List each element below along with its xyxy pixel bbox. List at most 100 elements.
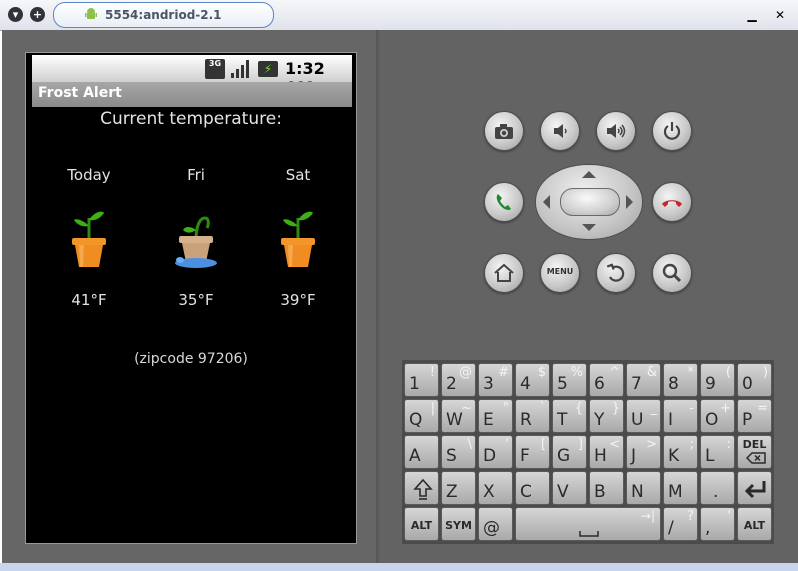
key-c[interactable]: C [515, 471, 550, 505]
key-8[interactable]: 8 * [663, 363, 698, 397]
key-r[interactable]: R ` [515, 399, 550, 433]
space-icon [579, 531, 599, 537]
key-g[interactable]: G] [552, 435, 587, 469]
back-button[interactable] [596, 253, 636, 293]
key-f[interactable]: F[ [515, 435, 550, 469]
minimize-button[interactable]: ▁ [745, 8, 759, 22]
key-m[interactable]: M [663, 471, 698, 505]
key-o[interactable]: O + [700, 399, 735, 433]
key-alt-label: | [430, 401, 435, 416]
key-label: O [705, 410, 719, 430]
day-temperature: 41°F [71, 291, 107, 309]
key-u[interactable]: U _ [626, 399, 661, 433]
key-slash[interactable]: /? [663, 507, 698, 541]
key-0[interactable]: 0) [737, 363, 772, 397]
key-l[interactable]: L: [700, 435, 735, 469]
camera-button[interactable] [484, 111, 524, 151]
key-v[interactable]: V [552, 471, 587, 505]
key-w[interactable]: W ~ [441, 399, 476, 433]
key-alt-label: { [574, 401, 583, 416]
key-label: I [668, 410, 674, 430]
dpad-down-arrow-icon[interactable] [582, 224, 596, 231]
key-label: M [668, 482, 683, 502]
volume-up-button[interactable] [596, 111, 636, 151]
key-k[interactable]: K; [663, 435, 698, 469]
key-label: P [742, 410, 753, 430]
key-5[interactable]: 5% [552, 363, 587, 397]
key-b[interactable]: B [589, 471, 624, 505]
dpad[interactable] [535, 164, 643, 240]
search-button[interactable] [652, 253, 692, 293]
volume-down-button[interactable] [540, 111, 580, 151]
call-button[interactable] [484, 182, 524, 222]
key-2[interactable]: 2 @ [441, 363, 476, 397]
dpad-right-arrow-icon[interactable] [626, 195, 633, 209]
key-alt-label: - [689, 401, 694, 416]
key-label: 0 [742, 374, 753, 394]
key-label: DEL [742, 438, 767, 451]
key-s[interactable]: S \ [441, 435, 476, 469]
key-at[interactable]: @ [478, 507, 513, 541]
key-q[interactable]: Q | [404, 399, 439, 433]
key-i[interactable]: I- [663, 399, 698, 433]
key-period[interactable]: . [700, 471, 735, 505]
chevron-down-icon[interactable]: ▾ [8, 7, 23, 22]
key-3[interactable]: 3 # [478, 363, 513, 397]
signal-icon [231, 60, 249, 78]
forecast-day: Today 41°F [39, 166, 139, 309]
dpad-up-arrow-icon[interactable] [582, 171, 596, 178]
plus-icon[interactable]: + [30, 7, 45, 22]
key-label: N [631, 482, 644, 502]
key-label: 3 [483, 374, 494, 394]
key-alt-label: ' [505, 437, 509, 452]
key-7[interactable]: 7 & [626, 363, 661, 397]
key-delete[interactable]: DEL [737, 435, 772, 469]
key-enter[interactable] [737, 471, 772, 505]
key-alt-label: @ [459, 365, 472, 380]
current-temperature-heading: Current temperature: [100, 109, 282, 129]
key-label: T [557, 410, 568, 430]
key-9[interactable]: 9( [700, 363, 735, 397]
menu-button-label: MENU [546, 267, 574, 276]
key-space[interactable]: →| [515, 507, 661, 541]
dpad-center-button[interactable] [560, 188, 620, 216]
key-1[interactable]: 1! [404, 363, 439, 397]
key-alt-label: →| [640, 509, 655, 523]
key-label: L [705, 446, 715, 466]
key-alt-label: < [609, 437, 620, 452]
key-h[interactable]: H < [589, 435, 624, 469]
key-alt-right[interactable]: ALT [737, 507, 772, 541]
key-label: 8 [668, 374, 679, 394]
power-button[interactable] [652, 111, 692, 151]
key-p[interactable]: P = [737, 399, 772, 433]
key-n[interactable]: N [626, 471, 661, 505]
key-label: A [409, 446, 421, 466]
key-e[interactable]: E " [478, 399, 513, 433]
power-icon [663, 122, 681, 140]
key-alt-left[interactable]: ALT [404, 507, 439, 541]
window-tab[interactable]: 5554:andriod-2.1 [53, 2, 274, 28]
key-comma[interactable]: , ' [700, 507, 735, 541]
key-a[interactable]: A [404, 435, 439, 469]
key-x[interactable]: X [478, 471, 513, 505]
key-shift[interactable] [404, 471, 439, 505]
key-label: 4 [520, 374, 531, 394]
key-j[interactable]: J > [626, 435, 661, 469]
phone-screen[interactable]: 3G ⚡ 1:32 AM Frost Alert Current tempera… [25, 52, 357, 544]
key-d[interactable]: D ' [478, 435, 513, 469]
end-call-button[interactable] [652, 182, 692, 222]
day-temperature: 39°F [280, 291, 316, 309]
key-label: 5 [557, 374, 568, 394]
key-z[interactable]: Z [441, 471, 476, 505]
key-sym[interactable]: SYM [441, 507, 476, 541]
home-button[interactable] [484, 253, 524, 293]
key-label: Y [594, 410, 605, 430]
menu-button[interactable]: MENU [540, 253, 580, 293]
key-t[interactable]: T{ [552, 399, 587, 433]
key-y[interactable]: Y} [589, 399, 624, 433]
dpad-left-arrow-icon[interactable] [543, 195, 550, 209]
close-button[interactable]: ✕ [773, 8, 787, 22]
key-label: 6 [594, 374, 605, 394]
key-6[interactable]: 6 ^ [589, 363, 624, 397]
key-4[interactable]: 4 $ [515, 363, 550, 397]
